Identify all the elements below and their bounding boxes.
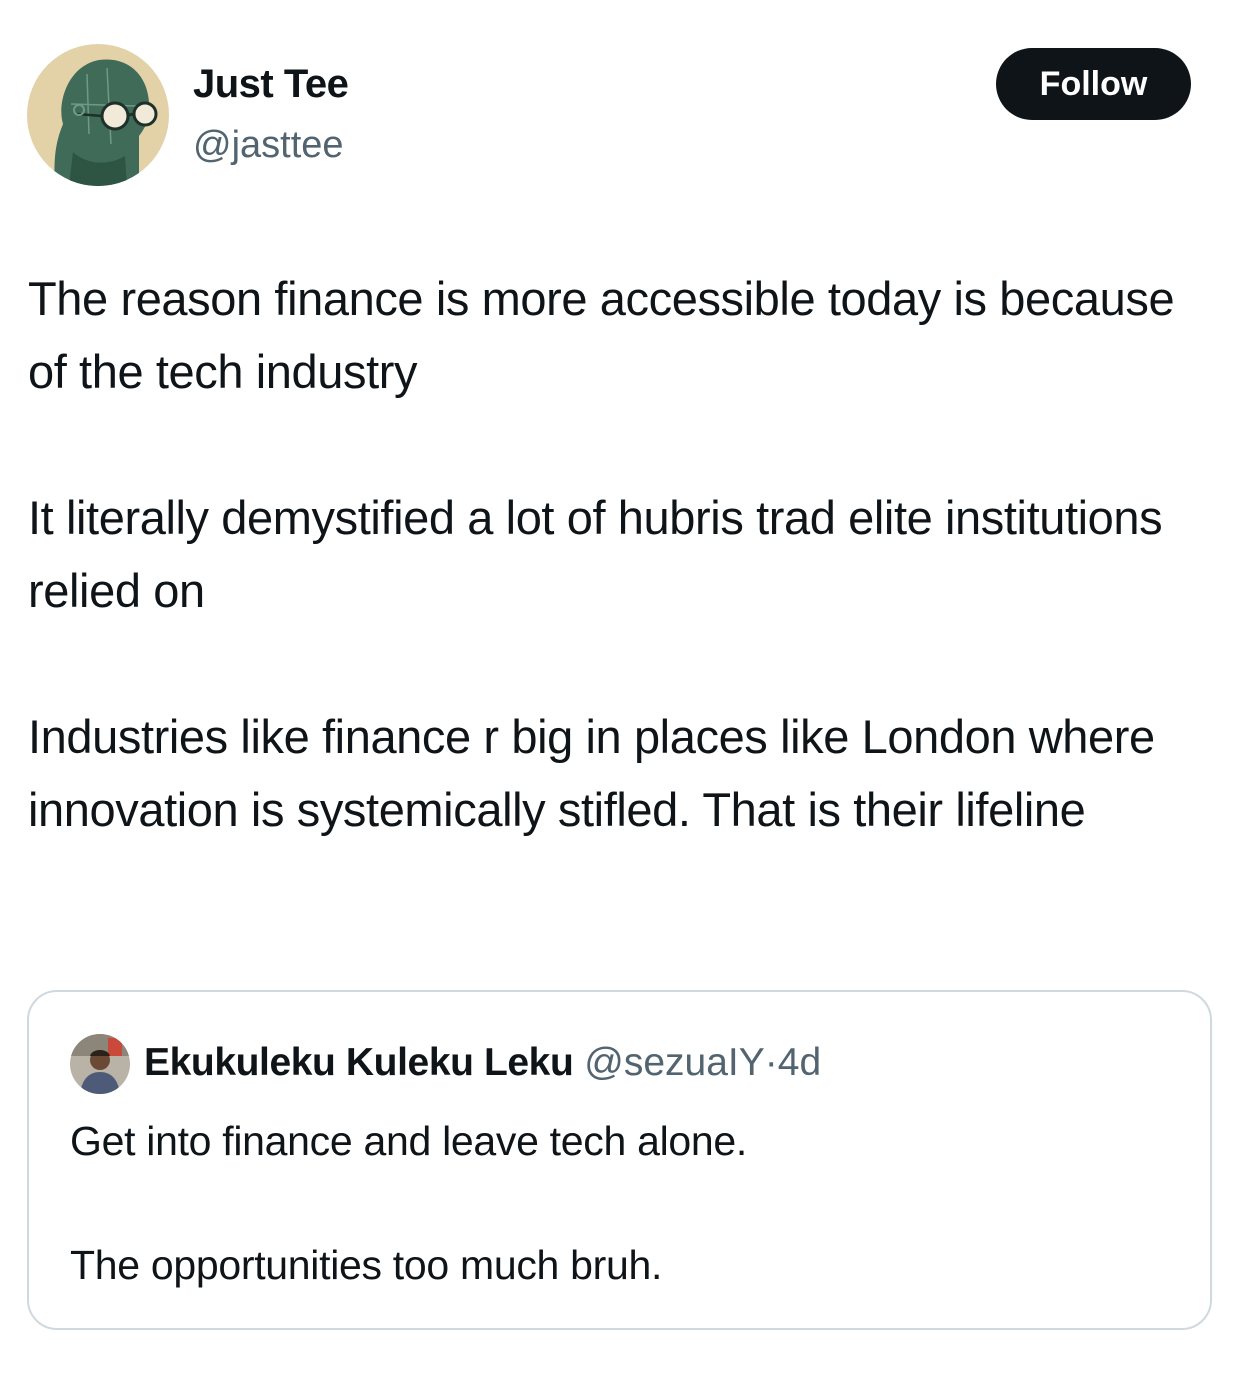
tweet-paragraph: Industries like finance r big in places …	[28, 710, 1155, 836]
follow-button[interactable]: Follow	[996, 48, 1191, 120]
quoted-tweet-timestamp[interactable]: 4d	[778, 1041, 821, 1084]
quoted-tweet-header: Ekukuleku Kuleku Leku @sezuaIY·4d	[144, 1038, 821, 1088]
person-photo-avatar-icon	[70, 1034, 130, 1094]
author-avatar[interactable]	[27, 44, 169, 186]
quoted-tweet-card[interactable]: Ekukuleku Kuleku Leku @sezuaIY·4d Get in…	[27, 990, 1212, 1330]
quoted-author-avatar[interactable]	[70, 1034, 130, 1094]
quoted-tweet-paragraph: Get into finance and leave tech alone.	[70, 1118, 747, 1164]
tweet-paragraph: It literally demystified a lot of hubris…	[28, 491, 1163, 617]
author-display-name[interactable]: Just Tee	[193, 58, 349, 110]
header-separator: ·	[764, 1041, 778, 1084]
tweet-paragraph: The reason finance is more accessible to…	[28, 272, 1175, 398]
quoted-tweet-body: Get into finance and leave tech alone. T…	[70, 1110, 1190, 1296]
quoted-author-name[interactable]: Ekukuleku Kuleku Leku	[144, 1041, 574, 1084]
author-handle[interactable]: @jasttee	[193, 120, 344, 170]
quoted-author-handle[interactable]: @sezuaIY	[584, 1041, 765, 1084]
robot-head-avatar-icon	[27, 44, 169, 186]
quoted-tweet-paragraph: The opportunities too much bruh.	[70, 1242, 663, 1288]
tweet-body: The reason finance is more accessible to…	[28, 262, 1218, 846]
